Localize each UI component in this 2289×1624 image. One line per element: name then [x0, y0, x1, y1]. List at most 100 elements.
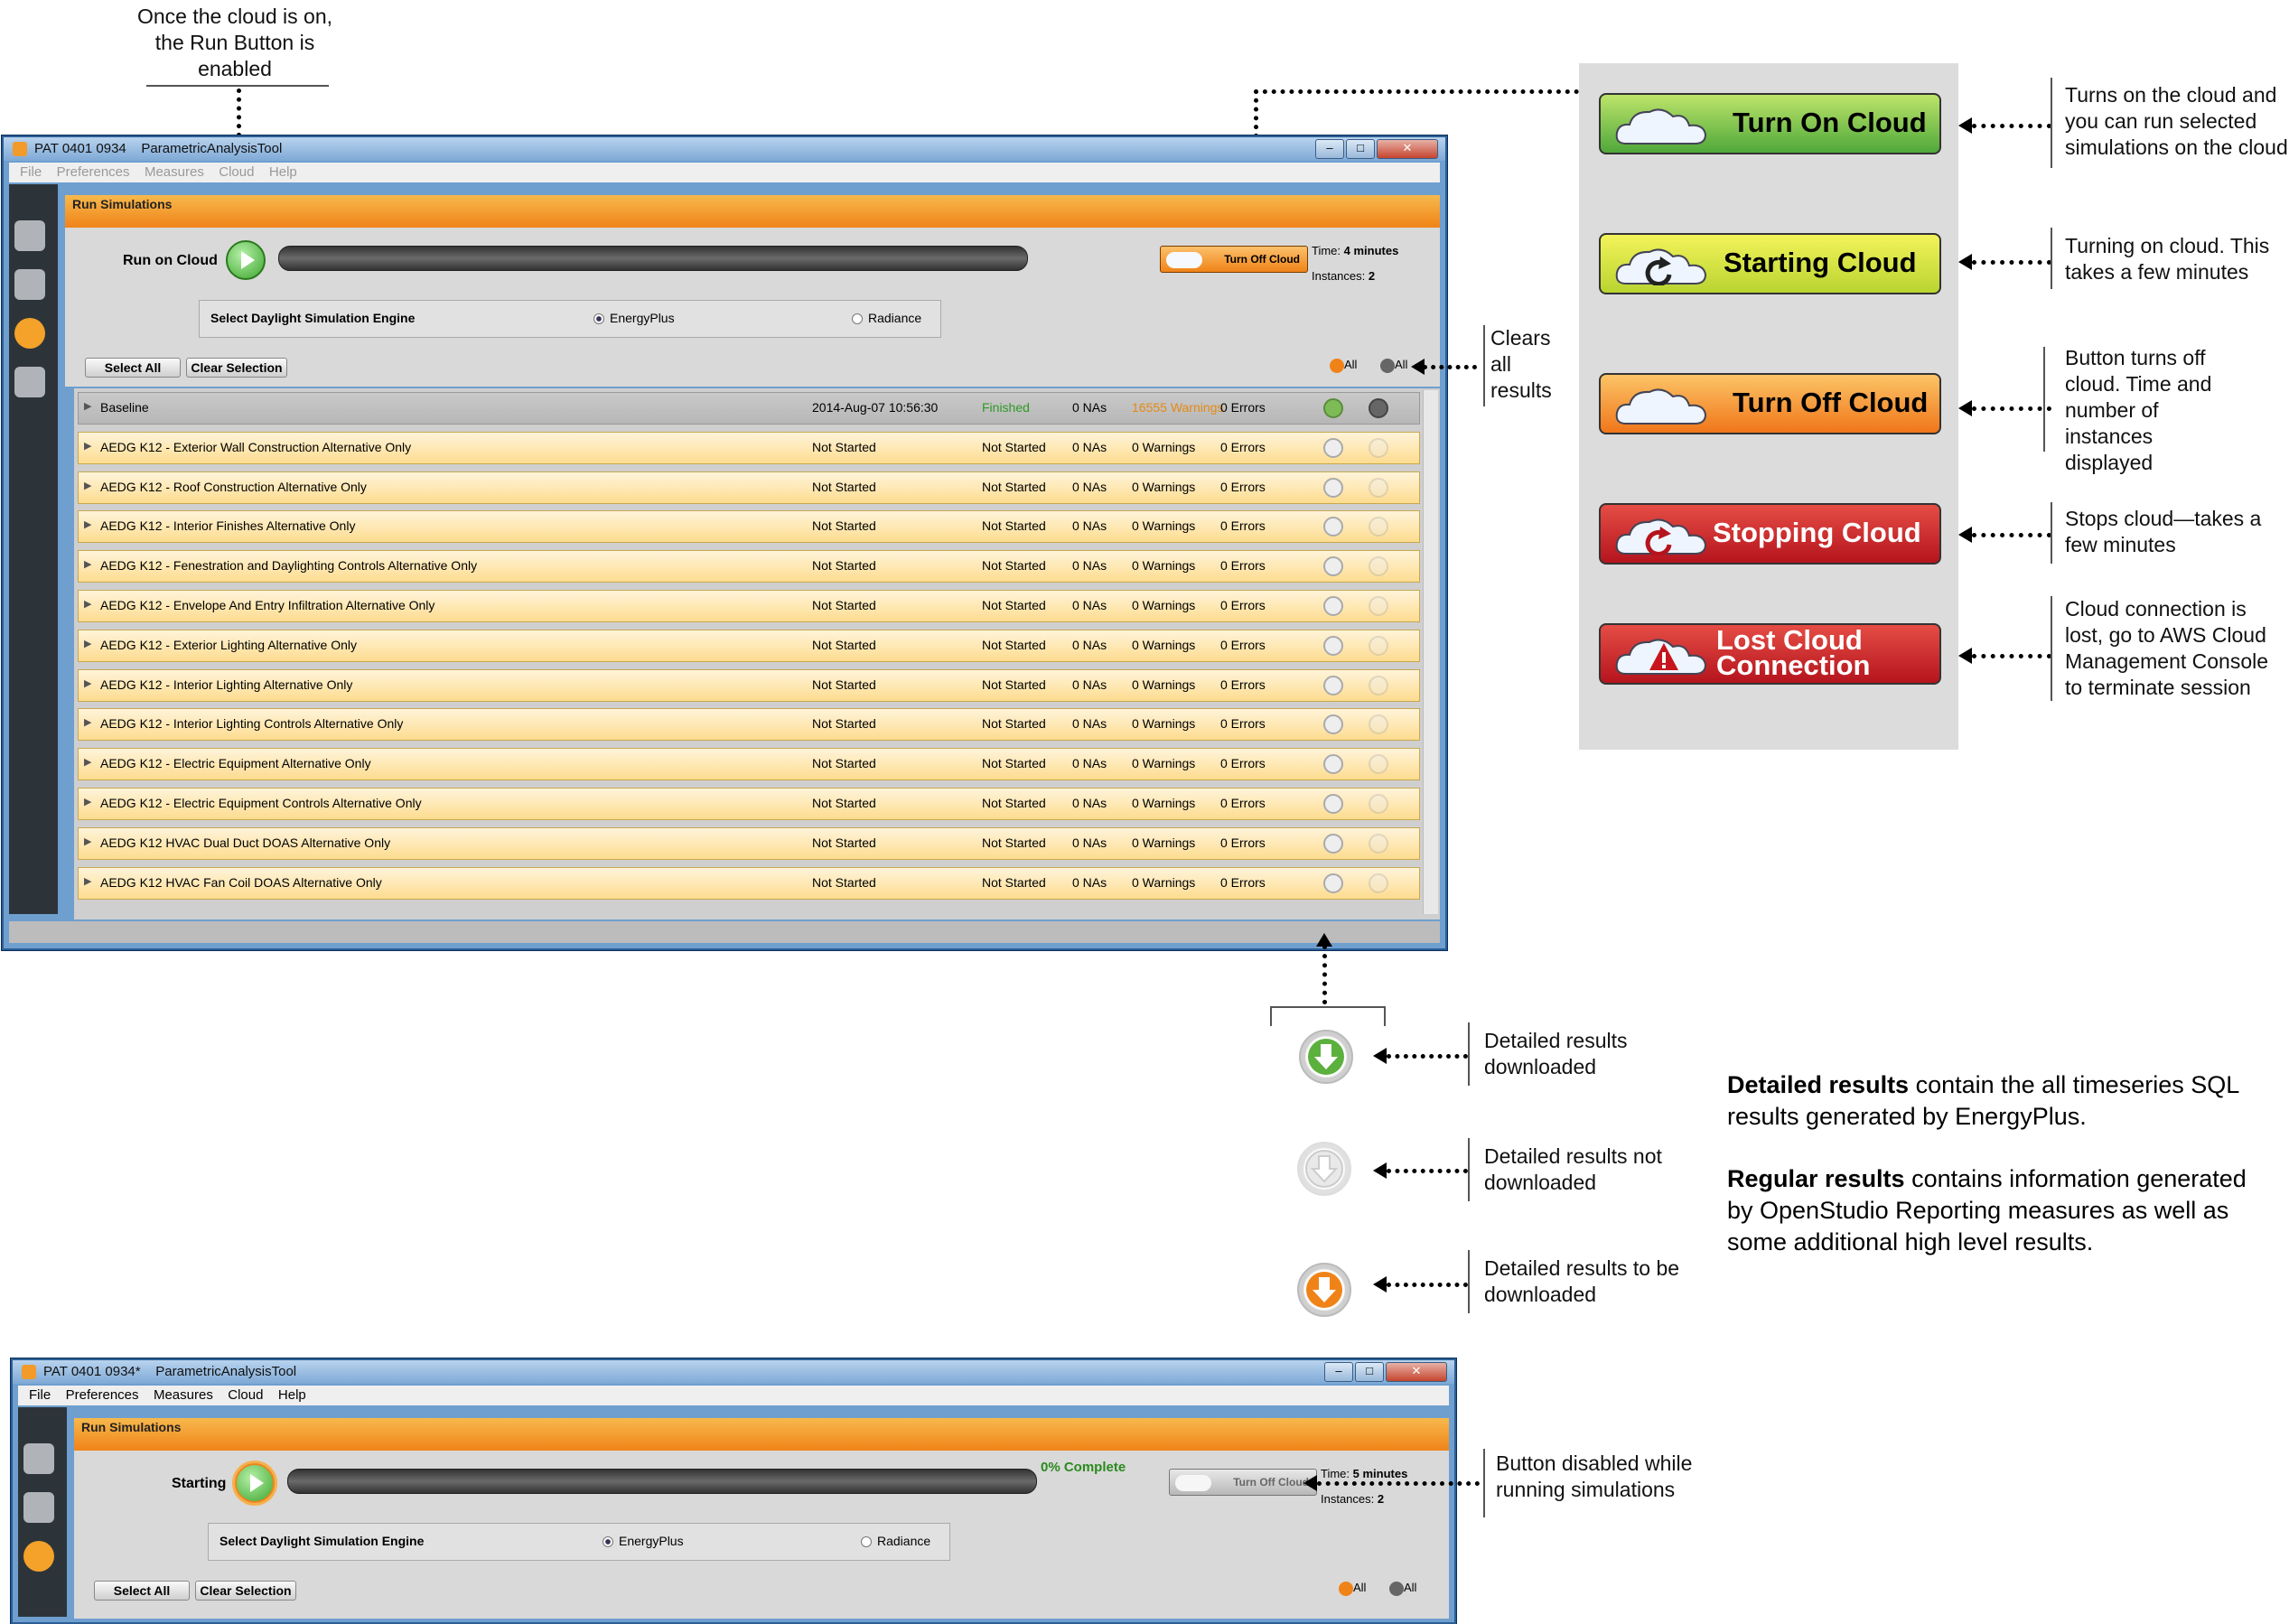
menu-cloud[interactable]: Cloud: [219, 163, 254, 182]
expand-arrow-icon[interactable]: ▶: [84, 756, 91, 768]
clear-results-icon[interactable]: [1369, 556, 1388, 577]
table-row[interactable]: ▶ AEDG K12 HVAC Fan Coil DOAS Alternative…: [78, 866, 1420, 900]
minimize-button[interactable]: –: [1324, 1362, 1353, 1382]
clear-results-icon[interactable]: [1369, 437, 1388, 458]
results-icon[interactable]: [14, 367, 45, 397]
scrollbar[interactable]: [1423, 390, 1438, 914]
tools-icon[interactable]: [14, 220, 45, 251]
minimize-button[interactable]: –: [1315, 139, 1344, 159]
menu-help[interactable]: Help: [278, 1386, 306, 1405]
select-all-button[interactable]: Select All: [85, 358, 181, 378]
run-icon[interactable]: [23, 1541, 54, 1572]
maximize-button[interactable]: □: [1355, 1362, 1384, 1382]
clear-results-icon[interactable]: [1369, 596, 1388, 616]
detailed-results-icon[interactable]: [1323, 477, 1343, 498]
download-all-button[interactable]: All: [1339, 1581, 1366, 1596]
expand-arrow-icon[interactable]: ▶: [84, 796, 91, 807]
clear-results-icon[interactable]: [1369, 833, 1388, 854]
maximize-button[interactable]: □: [1346, 139, 1375, 159]
expand-arrow-icon[interactable]: ▶: [84, 400, 91, 412]
clear-results-icon[interactable]: [1369, 675, 1388, 695]
turn-on-cloud-button[interactable]: Turn On Cloud: [1599, 93, 1941, 154]
table-row[interactable]: ▶ AEDG K12 - Fenestration and Daylighting…: [78, 550, 1420, 583]
turn-off-cloud-small-button[interactable]: Turn Off Cloud: [1160, 246, 1308, 273]
run-button[interactable]: [235, 1463, 275, 1503]
measures-icon[interactable]: [14, 269, 45, 300]
table-row[interactable]: ▶ AEDG K12 - Interior Lighting Controls A…: [78, 708, 1420, 742]
menu-cloud[interactable]: Cloud: [228, 1386, 263, 1405]
expand-arrow-icon[interactable]: ▶: [84, 598, 91, 610]
detailed-results-icon[interactable]: [1323, 754, 1343, 775]
table-row[interactable]: ▶ AEDG K12 - Interior Finishes Alternativ…: [78, 510, 1420, 544]
turn-off-cloud-button[interactable]: Turn Off Cloud: [1599, 373, 1941, 434]
detailed-results-icon[interactable]: [1323, 873, 1343, 893]
menu-preferences[interactable]: Preferences: [57, 163, 130, 182]
download-not-done-icon: [1297, 1142, 1351, 1196]
all-label: All: [1404, 1581, 1417, 1594]
close-button[interactable]: ✕: [1386, 1362, 1447, 1382]
expand-arrow-icon[interactable]: ▶: [84, 440, 91, 452]
close-button[interactable]: ✕: [1377, 139, 1438, 159]
engine-option-energyplus[interactable]: EnergyPlus: [593, 311, 675, 325]
tools-icon[interactable]: [23, 1443, 54, 1474]
menu-measures[interactable]: Measures: [154, 1386, 213, 1405]
detailed-results-icon[interactable]: [1323, 794, 1343, 814]
detailed-results-icon[interactable]: [1323, 596, 1343, 616]
clear-results-icon[interactable]: [1369, 635, 1388, 656]
detailed-results-icon[interactable]: [1323, 517, 1343, 537]
clear-selection-button[interactable]: Clear Selection: [195, 1581, 296, 1601]
stopping-cloud-button[interactable]: Stopping Cloud: [1599, 503, 1941, 565]
clear-results-icon[interactable]: [1369, 794, 1388, 814]
menu-help[interactable]: Help: [269, 163, 297, 182]
table-row[interactable]: ▶ AEDG K12 - Exterior Lighting Alternativ…: [78, 629, 1420, 662]
detailed-results-icon[interactable]: [1323, 675, 1343, 695]
expand-arrow-icon[interactable]: ▶: [84, 875, 91, 887]
expand-arrow-icon[interactable]: ▶: [84, 480, 91, 491]
select-all-button[interactable]: Select All: [94, 1581, 190, 1601]
engine-option-radiance[interactable]: Radiance: [861, 1534, 930, 1548]
detailed-results-icon[interactable]: [1323, 714, 1343, 735]
table-row[interactable]: ▶ AEDG K12 - Electric Equipment Controls …: [78, 788, 1420, 820]
menu-file[interactable]: File: [20, 163, 42, 182]
detailed-results-icon[interactable]: [1323, 833, 1343, 854]
engine-option-radiance[interactable]: Radiance: [852, 311, 921, 325]
progress-bar: [287, 1469, 1037, 1494]
clear-results-icon[interactable]: [1369, 517, 1388, 537]
table-row[interactable]: ▶ AEDG K12 - Roof Construction Alternativ…: [78, 471, 1420, 504]
detailed-results-icon[interactable]: [1323, 635, 1343, 656]
starting-cloud-button[interactable]: Starting Cloud: [1599, 233, 1941, 294]
engine-option-energyplus[interactable]: EnergyPlus: [603, 1534, 684, 1548]
table-row[interactable]: ▶ AEDG K12 HVAC Dual Duct DOAS Alternativ…: [78, 826, 1420, 860]
expand-arrow-icon[interactable]: ▶: [84, 558, 91, 570]
expand-arrow-icon[interactable]: ▶: [84, 518, 91, 530]
table-row[interactable]: ▶ Baseline 2014-Aug-07 10:56:30 Finished 0 N…: [78, 392, 1420, 425]
table-row[interactable]: ▶ AEDG K12 - Interior Lighting Alternativ…: [78, 668, 1420, 702]
detailed-results-icon[interactable]: [1323, 437, 1343, 458]
expand-arrow-icon[interactable]: ▶: [84, 716, 91, 728]
measures-icon[interactable]: [23, 1492, 54, 1523]
table-row[interactable]: ▶ AEDG K12 - Electric Equipment Alternati…: [78, 748, 1420, 781]
clear-all-button[interactable]: All: [1389, 1581, 1416, 1596]
clear-results-icon[interactable]: [1369, 754, 1388, 775]
clear-all-button[interactable]: All: [1380, 358, 1407, 373]
menu-file[interactable]: File: [29, 1386, 51, 1405]
download-all-button[interactable]: All: [1330, 358, 1357, 373]
clear-results-icon[interactable]: [1369, 714, 1388, 735]
expand-arrow-icon[interactable]: ▶: [84, 677, 91, 689]
table-row[interactable]: ▶ AEDG K12 - Envelope And Entry Infiltrat…: [78, 590, 1420, 622]
run-icon[interactable]: [14, 318, 45, 349]
clear-results-icon[interactable]: [1369, 398, 1388, 418]
table-row[interactable]: ▶ AEDG K12 - Exterior Wall Construction A…: [78, 431, 1420, 464]
clear-results-icon[interactable]: [1369, 873, 1388, 893]
row-name: AEDG K12 - Interior Finishes Alternative…: [100, 518, 356, 534]
clear-selection-button[interactable]: Clear Selection: [186, 358, 287, 378]
menu-measures[interactable]: Measures: [145, 163, 204, 182]
detailed-results-icon[interactable]: [1323, 556, 1343, 577]
expand-arrow-icon[interactable]: ▶: [84, 638, 91, 649]
run-button[interactable]: [226, 240, 266, 280]
lost-cloud-connection-button[interactable]: Lost Cloud Connection: [1599, 623, 1941, 685]
clear-results-icon[interactable]: [1369, 477, 1388, 498]
menu-preferences[interactable]: Preferences: [66, 1386, 139, 1405]
expand-arrow-icon[interactable]: ▶: [84, 835, 91, 847]
detailed-results-icon[interactable]: [1323, 398, 1343, 418]
